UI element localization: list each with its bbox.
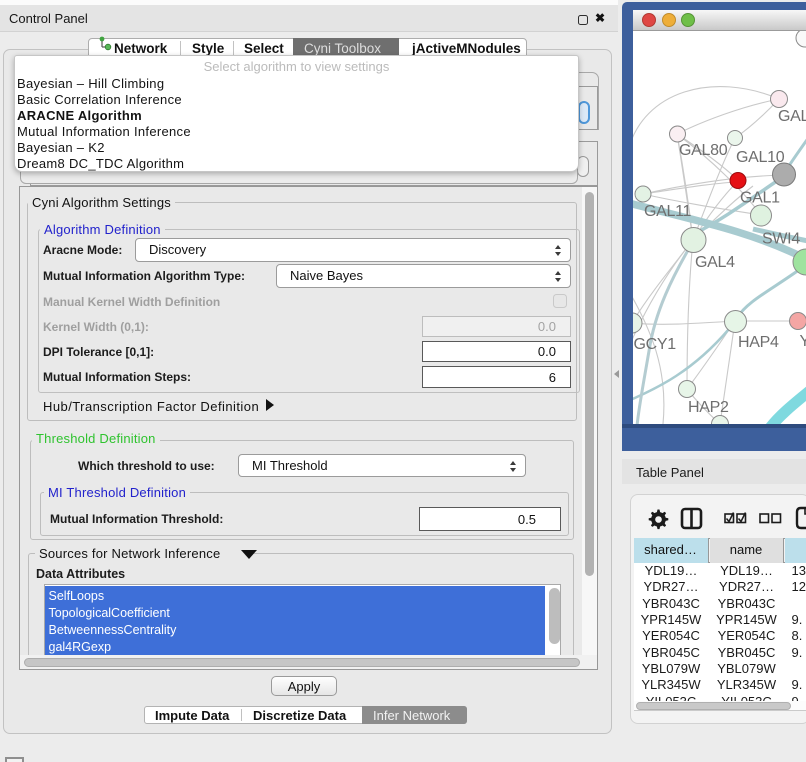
svg-text:GCY1: GCY1 <box>634 336 677 353</box>
svg-text:GAL11: GAL11 <box>644 203 692 220</box>
svg-text:Y: Y <box>800 333 806 350</box>
svg-text:GAL: GAL <box>778 108 806 125</box>
svg-text:GAL1: GAL1 <box>740 190 780 207</box>
svg-text:HAP4: HAP4 <box>738 334 779 351</box>
svg-text:GAL10: GAL10 <box>736 149 785 166</box>
svg-text:GAL80: GAL80 <box>679 142 728 159</box>
svg-text:SWI4: SWI4 <box>762 231 800 248</box>
svg-text:HAP2: HAP2 <box>688 399 729 416</box>
svg-text:GAL4: GAL4 <box>695 254 735 271</box>
